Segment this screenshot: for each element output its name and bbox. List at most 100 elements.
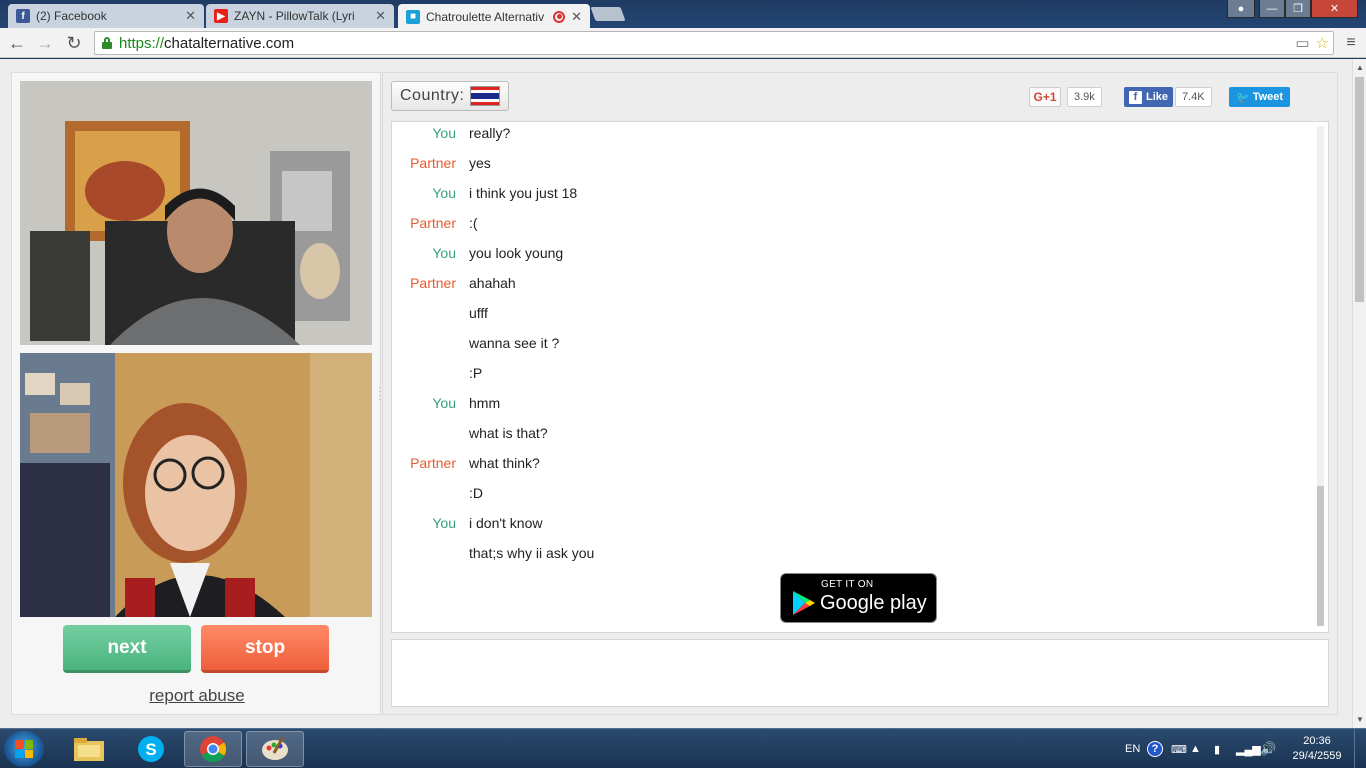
google-play-big-text: Google play xyxy=(820,592,927,614)
google-plus-widget: G+1 3.9k xyxy=(1029,87,1102,107)
page-scroll-thumb[interactable] xyxy=(1355,77,1364,302)
close-window-button[interactable]: ✕ xyxy=(1311,0,1358,18)
network-icon[interactable]: ▂▄▆ xyxy=(1236,729,1261,768)
close-tab-icon[interactable]: ✕ xyxy=(185,8,196,24)
chat-message: ufff xyxy=(392,298,1312,328)
windows-taskbar: S EN ? ⌨ ▲ ▮ ▂▄▆ 🔊 20:36 29/4/2559 xyxy=(0,728,1366,768)
reload-button[interactable]: ↻ xyxy=(63,32,85,54)
tweet-button[interactable]: 🐦 Tweet xyxy=(1229,87,1291,107)
report-abuse-link[interactable]: report abuse xyxy=(12,686,382,706)
chat-scrollbar[interactable] xyxy=(1317,126,1324,626)
chat-message: You really? xyxy=(392,122,1312,148)
panel-splitter-handle[interactable]: · · · · xyxy=(378,383,381,404)
google-play-small-text: GET IT ON xyxy=(821,579,874,590)
svg-text:S: S xyxy=(145,740,156,759)
country-label: Country: xyxy=(400,87,465,104)
chat-message: Partner what think? xyxy=(392,448,1312,478)
tweet-label: Tweet xyxy=(1252,91,1284,103)
google-plus-button[interactable]: G+1 xyxy=(1029,87,1061,107)
thailand-flag-icon xyxy=(470,86,501,106)
restore-button[interactable]: ❐ xyxy=(1285,0,1311,18)
show-desktop-button[interactable] xyxy=(1354,729,1366,768)
user-icon[interactable]: ● xyxy=(1227,0,1255,18)
browser-titlebar: f (2) Facebook ✕ ▶ ZAYN - PillowTalk (Ly… xyxy=(0,0,1366,29)
message-sender: Partner xyxy=(410,155,456,171)
chat-message: You i think you just 18 xyxy=(392,178,1312,208)
url-host: chatalternative.com xyxy=(164,34,295,52)
show-hidden-icons[interactable]: ▲ xyxy=(1190,729,1201,768)
message-sender: You xyxy=(432,245,456,261)
skype-icon[interactable]: S xyxy=(122,731,180,767)
message-text: that;s why ii ask you xyxy=(469,545,595,561)
message-sender: Partner xyxy=(410,455,456,471)
twitter-bird-icon: 🐦 xyxy=(1236,91,1250,104)
message-sender: You xyxy=(432,125,456,141)
bookmark-star-icon[interactable]: ☆ xyxy=(1316,34,1329,52)
message-text: i think you just 18 xyxy=(469,185,578,201)
video-panel: next stop report abuse xyxy=(11,72,381,715)
scroll-down-icon[interactable]: ▼ xyxy=(1356,715,1364,724)
message-text: hmm xyxy=(469,395,501,411)
url-scheme: https:// xyxy=(119,34,165,52)
forward-button[interactable]: → xyxy=(34,32,56,54)
stop-button[interactable]: stop xyxy=(201,625,329,673)
camera-blocked-icon[interactable]: ▭ xyxy=(1295,34,1309,52)
partner-video-frame xyxy=(20,81,372,345)
message-sender: You xyxy=(432,185,456,201)
page-scrollbar[interactable]: ▲ ▼ xyxy=(1352,59,1366,728)
message-text: ufff xyxy=(469,305,488,321)
chrome-icon[interactable] xyxy=(184,731,242,767)
tab-title: Chatroulette Alternativ xyxy=(426,9,545,24)
chat-input[interactable] xyxy=(391,639,1329,707)
chat-message: that;s why ii ask you xyxy=(392,538,1312,568)
close-tab-icon[interactable]: ✕ xyxy=(375,8,386,24)
chat-message: :P xyxy=(392,358,1312,388)
recording-icon xyxy=(553,10,566,23)
facebook-like-label: Like xyxy=(1146,91,1169,103)
google-play-badge[interactable]: GET IT ON Google play xyxy=(780,573,937,623)
chat-message: what is that? xyxy=(392,418,1312,448)
facebook-like-button[interactable]: f Like xyxy=(1124,87,1174,107)
country-selector[interactable]: Country: xyxy=(391,81,509,111)
system-clock[interactable]: 20:36 29/4/2559 xyxy=(1286,734,1348,764)
back-button[interactable]: ← xyxy=(6,32,28,54)
message-text: ahahah xyxy=(469,275,516,291)
next-button[interactable]: next xyxy=(63,625,191,673)
youtube-icon: ▶ xyxy=(214,9,228,23)
file-explorer-icon[interactable] xyxy=(60,731,118,767)
chat-message: Partner ahahah xyxy=(392,268,1312,298)
address-bar[interactable]: https://chatalternative.com ▭ ☆ xyxy=(94,31,1334,55)
chat-message: You you look young xyxy=(392,238,1312,268)
tab-title: ZAYN - PillowTalk (Lyri xyxy=(234,9,355,23)
language-indicator[interactable]: EN xyxy=(1125,729,1140,768)
chat-message: Partner yes xyxy=(392,148,1312,178)
volume-icon[interactable]: 🔊 xyxy=(1260,729,1276,768)
lock-icon xyxy=(101,37,113,49)
partner-video xyxy=(20,81,372,345)
self-video xyxy=(20,353,372,617)
facebook-icon: f xyxy=(1129,90,1142,104)
message-sender: You xyxy=(432,395,456,411)
close-tab-icon[interactable]: ✕ xyxy=(571,9,582,25)
message-text: really? xyxy=(469,125,511,141)
start-button[interactable] xyxy=(4,731,44,767)
keyboard-settings-icon[interactable]: ⌨ xyxy=(1171,729,1187,768)
paint-icon[interactable] xyxy=(246,731,304,767)
browser-toolbar: ← → ↻ https://chatalternative.com ▭ ☆ ≡ xyxy=(0,28,1366,58)
tab-youtube[interactable]: ▶ ZAYN - PillowTalk (Lyri ✕ xyxy=(206,4,394,28)
battery-icon[interactable]: ▮ xyxy=(1214,729,1220,768)
help-icon[interactable]: ? xyxy=(1147,729,1163,768)
google-plus-count: 3.9k xyxy=(1067,87,1102,107)
facebook-like-widget: f Like 7.4K xyxy=(1124,87,1212,107)
tab-chatalternative[interactable]: ■ Chatroulette Alternativ ✕ xyxy=(398,4,590,29)
message-sender: You xyxy=(432,515,456,531)
minimize-button[interactable]: — xyxy=(1259,0,1285,18)
clock-time: 20:36 xyxy=(1303,735,1331,747)
google-play-icon xyxy=(793,591,815,615)
message-text: you look young xyxy=(469,245,564,261)
tab-facebook[interactable]: f (2) Facebook ✕ xyxy=(8,4,204,28)
scroll-up-icon[interactable]: ▲ xyxy=(1356,63,1364,72)
chrome-menu-icon[interactable]: ≡ xyxy=(1340,32,1362,54)
new-tab-button[interactable] xyxy=(590,7,626,21)
message-text: wanna see it ? xyxy=(469,335,560,351)
